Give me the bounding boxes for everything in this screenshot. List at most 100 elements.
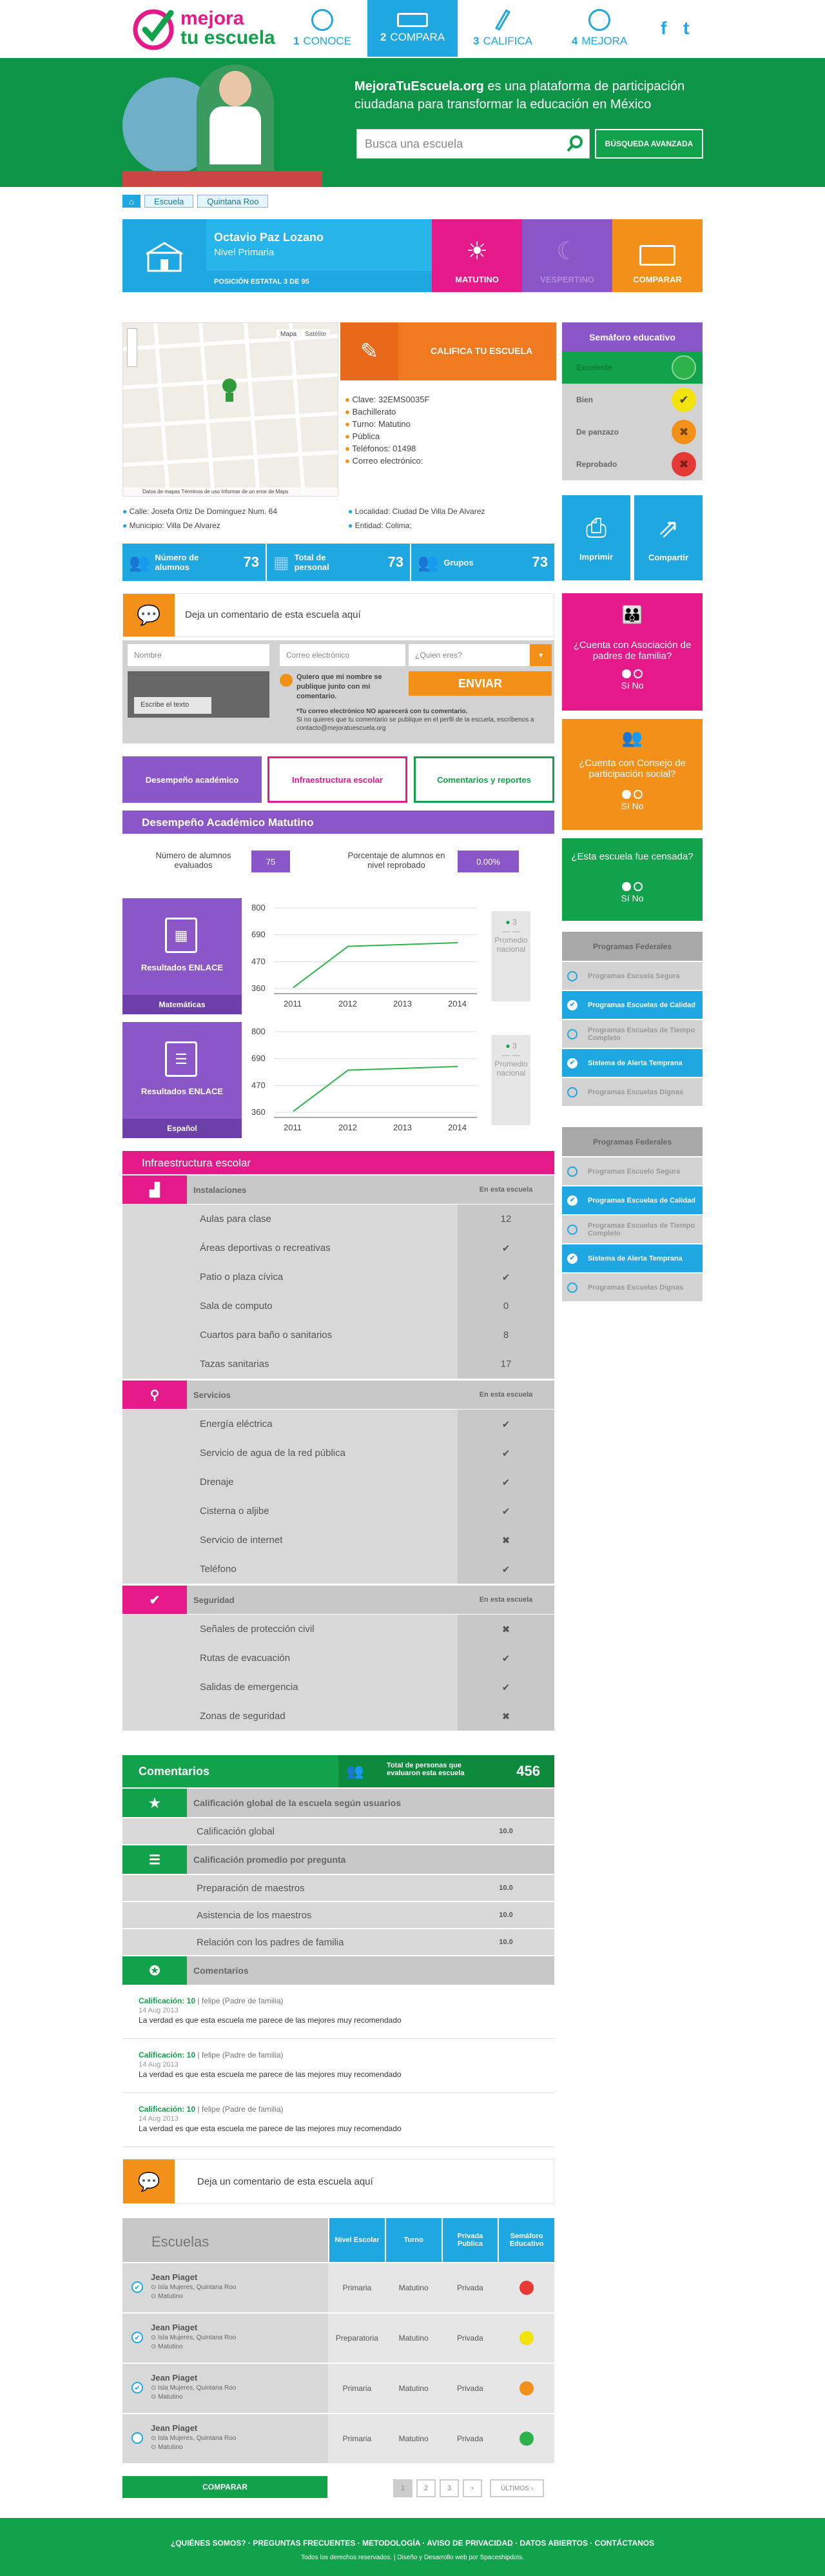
program-item[interactable]: Programas Escuelas Dignas (562, 1273, 703, 1301)
twitter-icon[interactable]: t (683, 18, 689, 39)
program-checkbox[interactable] (567, 1166, 578, 1177)
program-item[interactable]: Programas Escuelas de Tiempo Completo (562, 1020, 703, 1048)
breadcrumb: ⌂ Escuela Quintana Roo (122, 195, 269, 208)
program-checkbox[interactable]: ✔ (567, 1195, 578, 1206)
shift-matutino[interactable]: ☀ MATUTINO (432, 219, 522, 292)
no-radio[interactable] (633, 669, 643, 678)
program-checkbox[interactable]: ✔ (567, 999, 578, 1010)
advanced-search-button[interactable]: BÚSQUEDA AVANZADA (595, 129, 703, 159)
program-checkbox[interactable] (567, 970, 578, 981)
satellite-type-button[interactable]: Satélite (301, 329, 331, 339)
publish-name-checkbox[interactable] (280, 674, 293, 687)
tab-infraestructura[interactable]: Infraestructura escolar (267, 756, 407, 803)
compare-school-name: Jean Piaget (151, 2373, 198, 2383)
shift-vespertino[interactable]: ☾ VESPERTINO (522, 219, 612, 292)
tab-desempeno[interactable]: Desempeño académico (122, 756, 262, 803)
who-select[interactable]: ¿Quien eres? ▾ (409, 644, 552, 666)
program-item[interactable]: ✔ Programas Escuelas de Calidad (562, 1186, 703, 1214)
page-button[interactable]: › (463, 2479, 482, 2497)
no-radio[interactable] (633, 790, 643, 799)
compare-row[interactable]: ✔ Jean Piaget ⊙ Isla Mujeres, Quintana Roo… (122, 2263, 554, 2312)
program-item[interactable]: ✔ Sistema de Alerta Temprana (562, 1049, 703, 1077)
compare-select-radio[interactable]: ✔ (131, 2382, 143, 2394)
compare-school-shift: ⊙ Matutino (151, 2343, 183, 2350)
chart-spanish: 800 690 470 360 2011 2012 2013 2014 ● 3— — Prome… (248, 1022, 554, 1138)
nav-compara[interactable]: 2 COMPARA (367, 0, 458, 57)
nav-mejora[interactable]: 4 MEJORA (554, 0, 645, 57)
page-button[interactable]: 1 (393, 2479, 412, 2497)
compare-school-shift: ⊙ Matutino (151, 2444, 183, 2451)
infra-row-label: Teléfono (122, 1555, 412, 1584)
compare-select-radio[interactable]: ✔ (131, 2281, 143, 2293)
name-input[interactable]: Nombre (128, 644, 269, 666)
program-label: Sistema de Alerta Temprana (588, 1059, 683, 1067)
program-item[interactable]: Programas Escuelas de Tiempo Completo (562, 1215, 703, 1243)
semaforo-excelente: Excelente (562, 351, 703, 384)
program-checkbox[interactable] (567, 1028, 578, 1039)
breadcrumb-state[interactable]: Quintana Roo (197, 195, 269, 208)
compare-select-radio[interactable] (131, 2432, 143, 2444)
yes-radio[interactable] (622, 882, 632, 891)
school-map[interactable]: Mapa Satélite Datos de mapas Términos de… (122, 322, 338, 497)
facebook-icon[interactable]: f (661, 18, 666, 39)
program-item[interactable]: ✔ Sistema de Alerta Temprana (562, 1244, 703, 1272)
zoom-control[interactable] (127, 328, 137, 367)
semaforo-dot-icon (519, 2432, 534, 2446)
comment-text: La verdad es que esta escuela me parece … (139, 2124, 402, 2133)
leave-comment-button[interactable]: 💬 Deja un comentario de esta escuela aquí (122, 2159, 554, 2204)
program-checkbox[interactable]: ✔ (567, 1253, 578, 1264)
program-checkbox[interactable] (567, 1224, 578, 1235)
home-icon[interactable]: ⌂ (122, 195, 141, 208)
compare-row[interactable]: Jean Piaget ⊙ Isla Mujeres, Quintana Roo ⊙… (122, 2414, 554, 2463)
compare-submit-button[interactable]: COMPARAR (122, 2476, 327, 2498)
faucet-icon: ⚲ (122, 1381, 187, 1409)
yellow-check-icon: ✔ (672, 388, 696, 412)
share-button[interactable]: ⇗ Compartir (634, 495, 703, 580)
compare-row[interactable]: ✔ Jean Piaget ⊙ Isla Mujeres, Quintana Roo… (122, 2364, 554, 2413)
footer-links[interactable]: ¿QUIÉNES SOMOS? · PREGUNTAS FRECUENTES ·… (0, 2539, 825, 2548)
logo-check-icon[interactable] (132, 5, 177, 52)
nav-califica[interactable]: 3 CALIFICA (458, 0, 548, 57)
infra-group-name: Instalaciones (193, 1185, 247, 1195)
breadcrumb-escuela[interactable]: Escuela (144, 195, 194, 208)
infra-row-label: Aulas para clase (122, 1204, 412, 1234)
yes-radio[interactable] (622, 790, 632, 799)
school-header: Octavio Paz Lozano Nivel Primaria POSICI… (122, 219, 703, 292)
page-button[interactable]: 2 (416, 2479, 436, 2497)
reprobado-value: 0.00% (458, 850, 519, 872)
search-input[interactable]: Busca una escuela (356, 129, 590, 159)
books-image (122, 171, 322, 187)
last-page-button[interactable]: ÚLTIMOS › (490, 2479, 544, 2497)
infra-row-value: ✔ (458, 1468, 554, 1497)
compare-cell: Matutino (385, 2314, 442, 2363)
program-label: Programas Escuelas de Tiempo Completo (588, 1221, 695, 1237)
program-item[interactable]: ✔ Programas Escuelas de Calidad (562, 991, 703, 1019)
program-item[interactable]: Programas Escuela Segura (562, 962, 703, 990)
program-item[interactable]: Programas Escuelo Segura (562, 1157, 703, 1185)
send-button[interactable]: ENVIAR (409, 671, 552, 696)
compare-select-radio[interactable]: ✔ (131, 2332, 143, 2343)
program-checkbox[interactable] (567, 1282, 578, 1293)
x-tick-label: 2012 (338, 1123, 357, 1132)
compare-button[interactable]: COMPARAR (612, 219, 703, 292)
infra-group-name: Seguridad (193, 1595, 235, 1605)
page-button[interactable]: 3 (440, 2479, 459, 2497)
print-button[interactable]: ⎙ Imprimir (562, 495, 630, 580)
compare-row[interactable]: ✔ Jean Piaget ⊙ Isla Mujeres, Quintana Roo… (122, 2314, 554, 2363)
logo-text-top: mejora (180, 8, 244, 29)
program-checkbox[interactable]: ✔ (567, 1057, 578, 1068)
search-icon[interactable] (566, 135, 584, 153)
rate-school-button[interactable]: ✎ CALIFICA TU ESCUELA (340, 322, 556, 380)
yes-radio[interactable] (622, 669, 632, 678)
semaforo-title: Semáforo educativo (562, 322, 703, 351)
compare-semaforo (499, 2263, 554, 2312)
captcha-input[interactable]: Escribe el texto (134, 697, 211, 714)
program-checkbox[interactable] (567, 1086, 578, 1097)
no-radio[interactable] (633, 882, 643, 891)
program-item[interactable]: Programas Escuelas Dignas (562, 1078, 703, 1106)
email-input[interactable]: Correo electrónico (280, 644, 405, 666)
tab-comentarios[interactable]: Comentarios y reportes (414, 756, 554, 803)
people-icon: 👥 (129, 552, 150, 572)
nav-conoce[interactable]: 1 CONOCE (277, 0, 367, 57)
map-type-button[interactable]: Mapa (277, 329, 301, 339)
